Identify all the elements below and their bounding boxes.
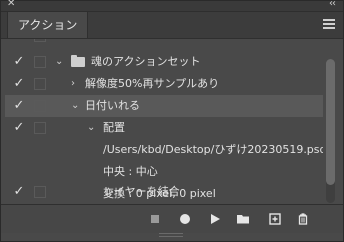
command-detail-path: /Users/kbd/Desktop/ひずけ20230519.psd: [103, 143, 323, 156]
check-icon[interactable]: ✓: [13, 95, 25, 117]
folder-icon: [71, 55, 85, 67]
scrollbar-thumb[interactable]: [326, 59, 335, 185]
chevron-down-icon[interactable]: ⌄: [71, 95, 83, 117]
check-icon[interactable]: ✓: [13, 181, 25, 203]
collapse-panel-icon[interactable]: ‹‹: [329, 0, 336, 9]
dialog-toggle-box[interactable]: [34, 100, 46, 112]
action-row[interactable]: ✓ › 解像度50%再サンプルあり: [5, 73, 323, 95]
check-icon[interactable]: ✓: [13, 117, 25, 139]
folder-icon[interactable]: [235, 211, 251, 227]
dialog-toggle-box[interactable]: [34, 186, 46, 198]
dialog-toggle-box[interactable]: [34, 56, 46, 68]
action-set-row[interactable]: ✓ ⌄ 魂のアクションセット: [5, 51, 323, 73]
action-label: 解像度50%再サンプルあり: [85, 77, 220, 90]
command-detail-row: 中央 : 中心: [5, 161, 323, 183]
chevron-down-icon[interactable]: ⌄: [55, 51, 67, 73]
command-row[interactable]: ✓ レイヤーを結合: [5, 181, 323, 203]
play-icon[interactable]: [207, 211, 223, 227]
dialog-toggle-box[interactable]: [34, 78, 46, 90]
command-row[interactable]: ✓ ⌄ 配置: [5, 117, 323, 139]
actions-footer-toolbar: [1, 204, 343, 233]
command-detail-row: /Users/kbd/Desktop/ひずけ20230519.psd: [5, 139, 323, 161]
action-label: 日付いれる: [85, 99, 140, 112]
trash-icon[interactable]: [295, 211, 311, 227]
command-label: レイヤーを結合: [103, 185, 180, 198]
dialog-toggle-box[interactable]: [34, 122, 46, 134]
new-action-icon[interactable]: [267, 211, 283, 227]
command-label: 配置: [103, 121, 125, 134]
action-row-selected[interactable]: ✓ ⌄ 日付いれる: [5, 95, 323, 117]
actions-panel: ✕ ‹‹ アクション ✓ ⌄ 魂のアクションセット ✓ › 解像度50%再サンプ…: [0, 0, 344, 242]
scrollbar-track[interactable]: [326, 59, 335, 203]
chevron-down-icon[interactable]: ⌄: [87, 117, 99, 139]
action-set-label: 魂のアクションセット: [91, 55, 201, 68]
tab-actions[interactable]: アクション: [7, 12, 89, 38]
dialog-toggle-box[interactable]: [34, 39, 46, 42]
panel-menu-icon[interactable]: [323, 19, 335, 29]
resize-grip-icon[interactable]: [159, 233, 183, 239]
actions-list: ✓ ⌄ 魂のアクションセット ✓ › 解像度50%再サンプルあり ✓ ⌄ 日付い…: [5, 39, 323, 203]
close-icon[interactable]: ✕: [7, 0, 15, 9]
stop-icon[interactable]: [147, 211, 163, 227]
tab-bar: アクション: [1, 12, 343, 39]
chevron-right-icon[interactable]: ›: [71, 73, 83, 95]
panel-topbar: ✕ ‹‹: [1, 0, 343, 12]
record-icon[interactable]: [177, 211, 193, 227]
check-icon[interactable]: ✓: [13, 73, 25, 95]
command-detail-anchor: 中央 : 中心: [103, 165, 158, 178]
partially-hidden-row: [5, 39, 323, 42]
check-icon[interactable]: ✓: [13, 51, 25, 73]
